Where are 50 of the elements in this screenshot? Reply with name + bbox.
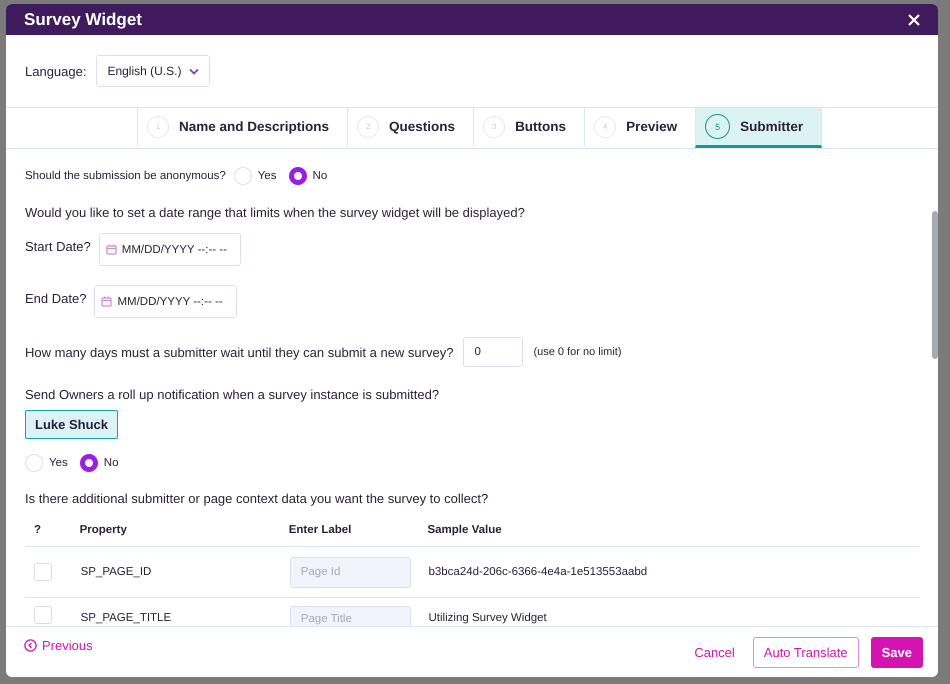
radio-button[interactable] bbox=[288, 167, 307, 185]
step-number: 2 bbox=[357, 116, 380, 138]
window-title: Survey Widget bbox=[24, 10, 142, 30]
date-field[interactable]: MM/DD/YYYY --:-- -- bbox=[94, 285, 237, 318]
step-tab[interactable]: 2 Questions bbox=[347, 108, 474, 148]
radio-option[interactable]: No bbox=[288, 167, 328, 185]
calendar-icon bbox=[101, 296, 112, 307]
checkbox[interactable] bbox=[34, 606, 52, 624]
back-icon bbox=[24, 638, 37, 652]
chevron-down-icon bbox=[189, 68, 200, 74]
column-header: Sample Value bbox=[427, 524, 502, 536]
days-input[interactable]: 0 bbox=[463, 337, 524, 367]
previous-button[interactable]: Previous bbox=[24, 638, 93, 652]
save-button[interactable]: Save bbox=[870, 636, 923, 668]
calendar-icon bbox=[106, 244, 117, 255]
table-cell: SP_PAGE_TITLE bbox=[80, 612, 172, 624]
table-cell: SP_PAGE_ID bbox=[80, 566, 152, 578]
language-dropdown[interactable]: English (U.S.) bbox=[96, 55, 210, 87]
scrollbar[interactable] bbox=[932, 211, 938, 359]
question-text: Is there additional submitter or page context data you want the survey to collect? bbox=[25, 491, 490, 506]
step-number: 4 bbox=[594, 116, 616, 138]
step-number: 3 bbox=[483, 116, 506, 138]
date-field[interactable]: MM/DD/YYYY --:-- -- bbox=[98, 233, 241, 266]
radio-option[interactable]: Yes bbox=[25, 454, 68, 472]
step-number: 1 bbox=[147, 116, 169, 138]
auto-translate-button[interactable]: Auto Translate bbox=[752, 636, 859, 668]
question-text: How many days must a submitter wait until they can submit a new survey? bbox=[25, 344, 454, 360]
step-tab[interactable]: 1 Name and Descriptions bbox=[137, 108, 348, 148]
cancel-button[interactable]: Cancel bbox=[686, 638, 743, 666]
close-icon[interactable] bbox=[908, 14, 920, 26]
hint-text: (use 0 for no limit) bbox=[533, 346, 622, 358]
table-cell: b3bca24d-206c-6366-4e4a-1e513553aabd bbox=[428, 566, 648, 578]
column-header: Enter Label bbox=[288, 524, 352, 536]
radio-option[interactable]: No bbox=[80, 454, 118, 472]
question-text: Send Owners a roll up notification when a survey instance is submitted? bbox=[25, 387, 440, 402]
question-text: Would you like to set a date range that limits when the survey widget will be displayed? bbox=[25, 205, 526, 220]
step-number: 5 bbox=[705, 114, 730, 139]
column-header: ? bbox=[34, 524, 42, 536]
step-tab[interactable]: 3 Buttons bbox=[473, 108, 584, 148]
column-header: Property bbox=[80, 524, 127, 536]
field-label: Start Date? bbox=[25, 239, 91, 254]
question-text: Should the submission be anonymous? bbox=[25, 170, 226, 182]
language-label: Language: bbox=[25, 64, 86, 78]
owner-chip[interactable]: Luke Shuck bbox=[25, 410, 118, 439]
table-cell: Utilizing Survey Widget bbox=[428, 612, 547, 624]
radio-option[interactable]: Yes bbox=[234, 167, 277, 185]
radio-button[interactable] bbox=[80, 454, 98, 472]
step-tab[interactable]: 5 Submitter bbox=[695, 108, 822, 148]
checkbox[interactable] bbox=[34, 563, 52, 581]
field-label: End Date? bbox=[25, 291, 86, 306]
